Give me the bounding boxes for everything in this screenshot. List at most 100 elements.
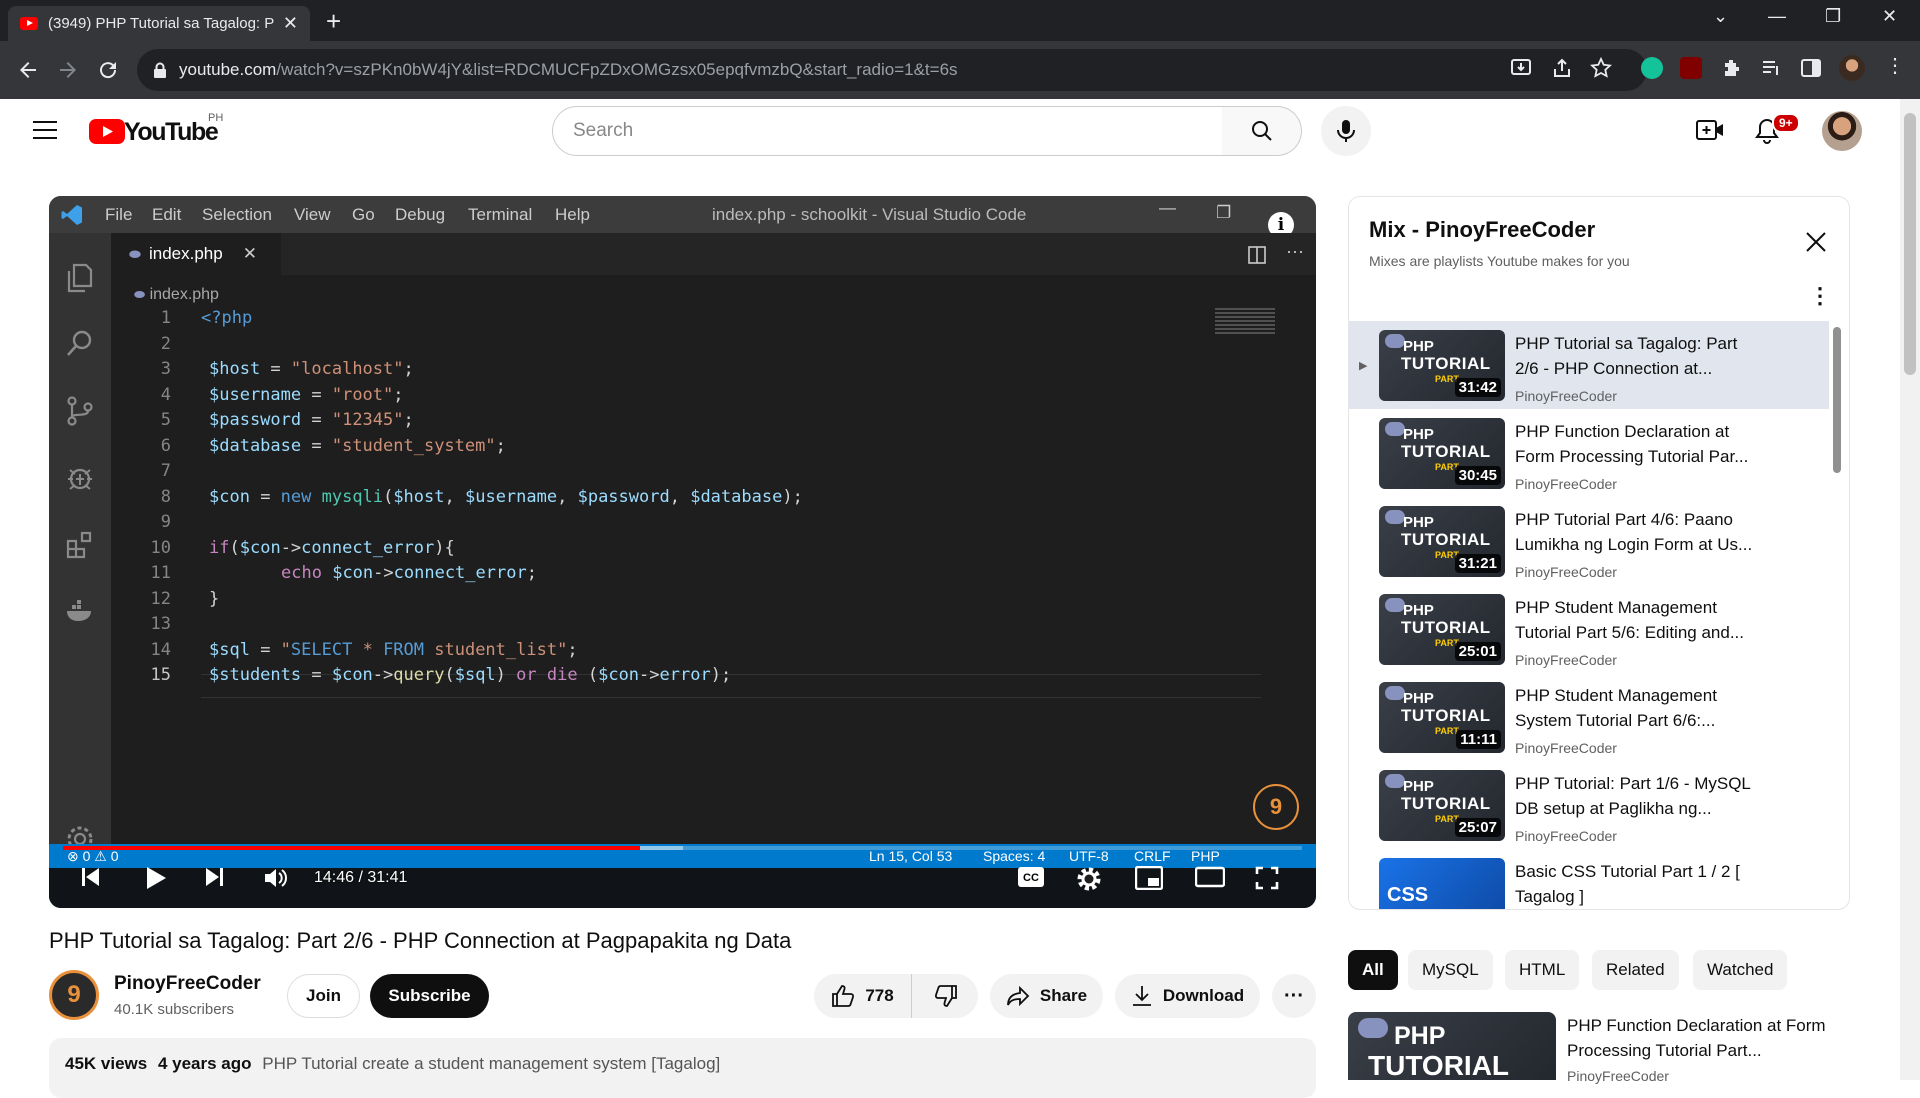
channel-avatar[interactable]: 9 — [49, 970, 99, 1020]
duration-badge: 25:01 — [1454, 642, 1501, 661]
profile-avatar[interactable] — [1839, 55, 1865, 81]
video-thumbnail: PHP TUTORIAL PART 31:21 — [1379, 506, 1505, 577]
play-icon[interactable] — [145, 866, 167, 890]
php-elephant-icon — [1385, 686, 1405, 700]
playlist-title[interactable]: Mix - PinoyFreeCoder — [1369, 217, 1595, 243]
browser-menu-icon[interactable]: ⋮ — [1885, 53, 1905, 78]
browser-tab[interactable]: (3949) PHP Tutorial sa Tagalog: P ✕ — [8, 6, 310, 41]
youtube-logo-text[interactable]: YouTube — [124, 118, 219, 147]
media-control-icon[interactable] — [1760, 57, 1782, 79]
forward-icon[interactable] — [56, 58, 80, 82]
close-playlist-icon[interactable] — [1805, 231, 1827, 253]
indent-spaces: Spaces: 4 — [983, 848, 1046, 864]
video-progress-bar[interactable] — [63, 846, 1302, 850]
page-scrollbar[interactable] — [1900, 99, 1920, 1080]
extensions-icon[interactable] — [1721, 57, 1743, 79]
video-player[interactable]: File Edit Selection View Go Debug Termin… — [49, 196, 1316, 908]
playlist-item[interactable]: ▶ PHP TUTORIAL PART 31:42 PHP Tutorial sa T… — [1349, 321, 1829, 409]
code-line: $students = $con->query($sql) or die ($c… — [209, 665, 732, 685]
chip-all[interactable]: All — [1348, 950, 1398, 990]
vscode-minimize-icon: — — [1159, 198, 1176, 217]
vscode-menu-go: Go — [352, 205, 375, 224]
search-button[interactable] — [1222, 106, 1302, 156]
language-mode: PHP — [1191, 848, 1220, 864]
playlist-item[interactable]: PHP TUTORIAL PART 11:11 PHP Student Managem… — [1349, 673, 1829, 761]
php-file-icon: ⬬ — [129, 245, 141, 262]
playlist-menu-icon[interactable]: ⋮ — [1809, 283, 1831, 309]
microphone-icon — [1337, 120, 1355, 142]
search-input[interactable] — [573, 120, 1222, 142]
code-line: echo $con->connect_error; — [281, 563, 537, 583]
php-elephant-icon — [1358, 1018, 1388, 1038]
new-tab-icon[interactable]: + — [326, 8, 341, 34]
duration-badge: 11:11 — [1456, 730, 1501, 749]
chip-mysql[interactable]: MySQL — [1408, 950, 1493, 990]
share-button[interactable]: Share — [990, 974, 1103, 1018]
youtube-logo-icon[interactable] — [89, 119, 125, 144]
chip-html[interactable]: HTML — [1505, 950, 1580, 990]
join-button[interactable]: Join — [287, 974, 360, 1018]
playlist-item[interactable]: PHP TUTORIAL PART 25:07 PHP Tutorial: Part … — [1349, 761, 1829, 849]
playlist-item[interactable]: PHP TUTORIAL PART 31:21 PHP Tutorial Part 4… — [1349, 497, 1829, 585]
minimize-icon[interactable]: — — [1768, 6, 1786, 27]
volume-icon[interactable] — [263, 866, 289, 890]
recommended-title[interactable]: PHP Function Declaration at Form Process… — [1567, 1013, 1827, 1063]
tab-close-icon[interactable]: ✕ — [283, 13, 298, 34]
voice-search-button[interactable] — [1321, 106, 1371, 156]
theater-mode-icon[interactable] — [1195, 866, 1225, 888]
previous-video-icon[interactable] — [79, 866, 101, 888]
ublock-icon[interactable] — [1680, 57, 1702, 79]
video-thumbnail: PHP TUTORIAL PART 25:01 — [1379, 594, 1505, 665]
playlist-item-title: PHP Student Management System Tutorial P… — [1515, 686, 1717, 730]
like-count: 778 — [865, 986, 894, 1005]
extensions-panel-icon — [66, 531, 92, 559]
now-playing-icon: ▶ — [1359, 360, 1368, 372]
playlist-scrollbar[interactable] — [1833, 327, 1841, 473]
back-icon[interactable] — [16, 58, 40, 82]
fullscreen-icon[interactable] — [1255, 866, 1279, 890]
install-app-icon[interactable] — [1510, 57, 1532, 79]
page-scrollbar-thumb[interactable] — [1904, 113, 1916, 375]
close-window-icon[interactable]: ✕ — [1882, 6, 1897, 27]
hamburger-menu-icon[interactable] — [33, 120, 57, 140]
dislike-button[interactable] — [913, 974, 978, 1018]
like-dislike-group: 778 — [814, 974, 978, 1018]
playlist-item[interactable]: PHP TUTORIAL PART 25:01 PHP Student Managem… — [1349, 585, 1829, 673]
recommended-thumbnail[interactable]: PHP TUTORIAL — [1348, 1012, 1556, 1080]
playlist-item[interactable]: CSS Basic CSS Tutorial Part 1 / 2 [ Taga… — [1349, 849, 1829, 909]
php-elephant-icon — [1385, 422, 1405, 436]
download-button[interactable]: Download — [1115, 974, 1260, 1018]
search-box — [552, 106, 1223, 156]
line-number: 7 — [160, 461, 171, 481]
create-video-icon[interactable] — [1696, 118, 1724, 142]
download-label: Download — [1162, 986, 1245, 1005]
more-actions-icon[interactable]: ··· — [1272, 974, 1316, 1018]
settings-gear-icon[interactable] — [1076, 866, 1102, 892]
channel-name[interactable]: PinoyFreeCoder — [114, 973, 261, 995]
country-code: PH — [208, 112, 224, 124]
restore-icon[interactable]: ❐ — [1825, 6, 1841, 27]
reload-icon[interactable] — [96, 58, 120, 82]
description-box[interactable]: 45K views 4 years ago PHP Tutorial creat… — [49, 1038, 1316, 1098]
subscribe-button[interactable]: Subscribe — [370, 974, 489, 1018]
bookmark-star-icon[interactable] — [1590, 57, 1612, 79]
playlist-item-channel: PinoyFreeCoder — [1515, 388, 1617, 404]
captions-icon[interactable]: CC — [1017, 866, 1045, 888]
channel-watermark-logo[interactable]: 9 — [1253, 784, 1299, 830]
grammarly-icon[interactable] — [1641, 57, 1663, 79]
playlist-item[interactable]: PHP TUTORIAL PART 30:45 PHP Function Declar… — [1349, 409, 1829, 497]
share-arrow-icon — [1006, 985, 1030, 1007]
tab-search-icon[interactable]: ⌄ — [1713, 6, 1728, 27]
account-avatar[interactable] — [1822, 111, 1862, 151]
address-bar[interactable]: youtube.com/watch?v=szPKn0bW4jY&list=RDC… — [137, 49, 1647, 91]
php-elephant-icon — [1385, 334, 1405, 348]
miniplayer-icon[interactable] — [1135, 866, 1163, 890]
share-page-icon[interactable] — [1551, 57, 1573, 79]
chip-watched[interactable]: Watched — [1693, 950, 1788, 990]
like-button[interactable]: 778 — [814, 974, 912, 1018]
side-panel-icon[interactable] — [1800, 57, 1822, 79]
next-video-icon[interactable] — [204, 866, 226, 888]
chip-related[interactable]: Related — [1592, 950, 1679, 990]
search-icon — [1251, 121, 1272, 141]
playlist-item-channel: PinoyFreeCoder — [1515, 740, 1617, 756]
